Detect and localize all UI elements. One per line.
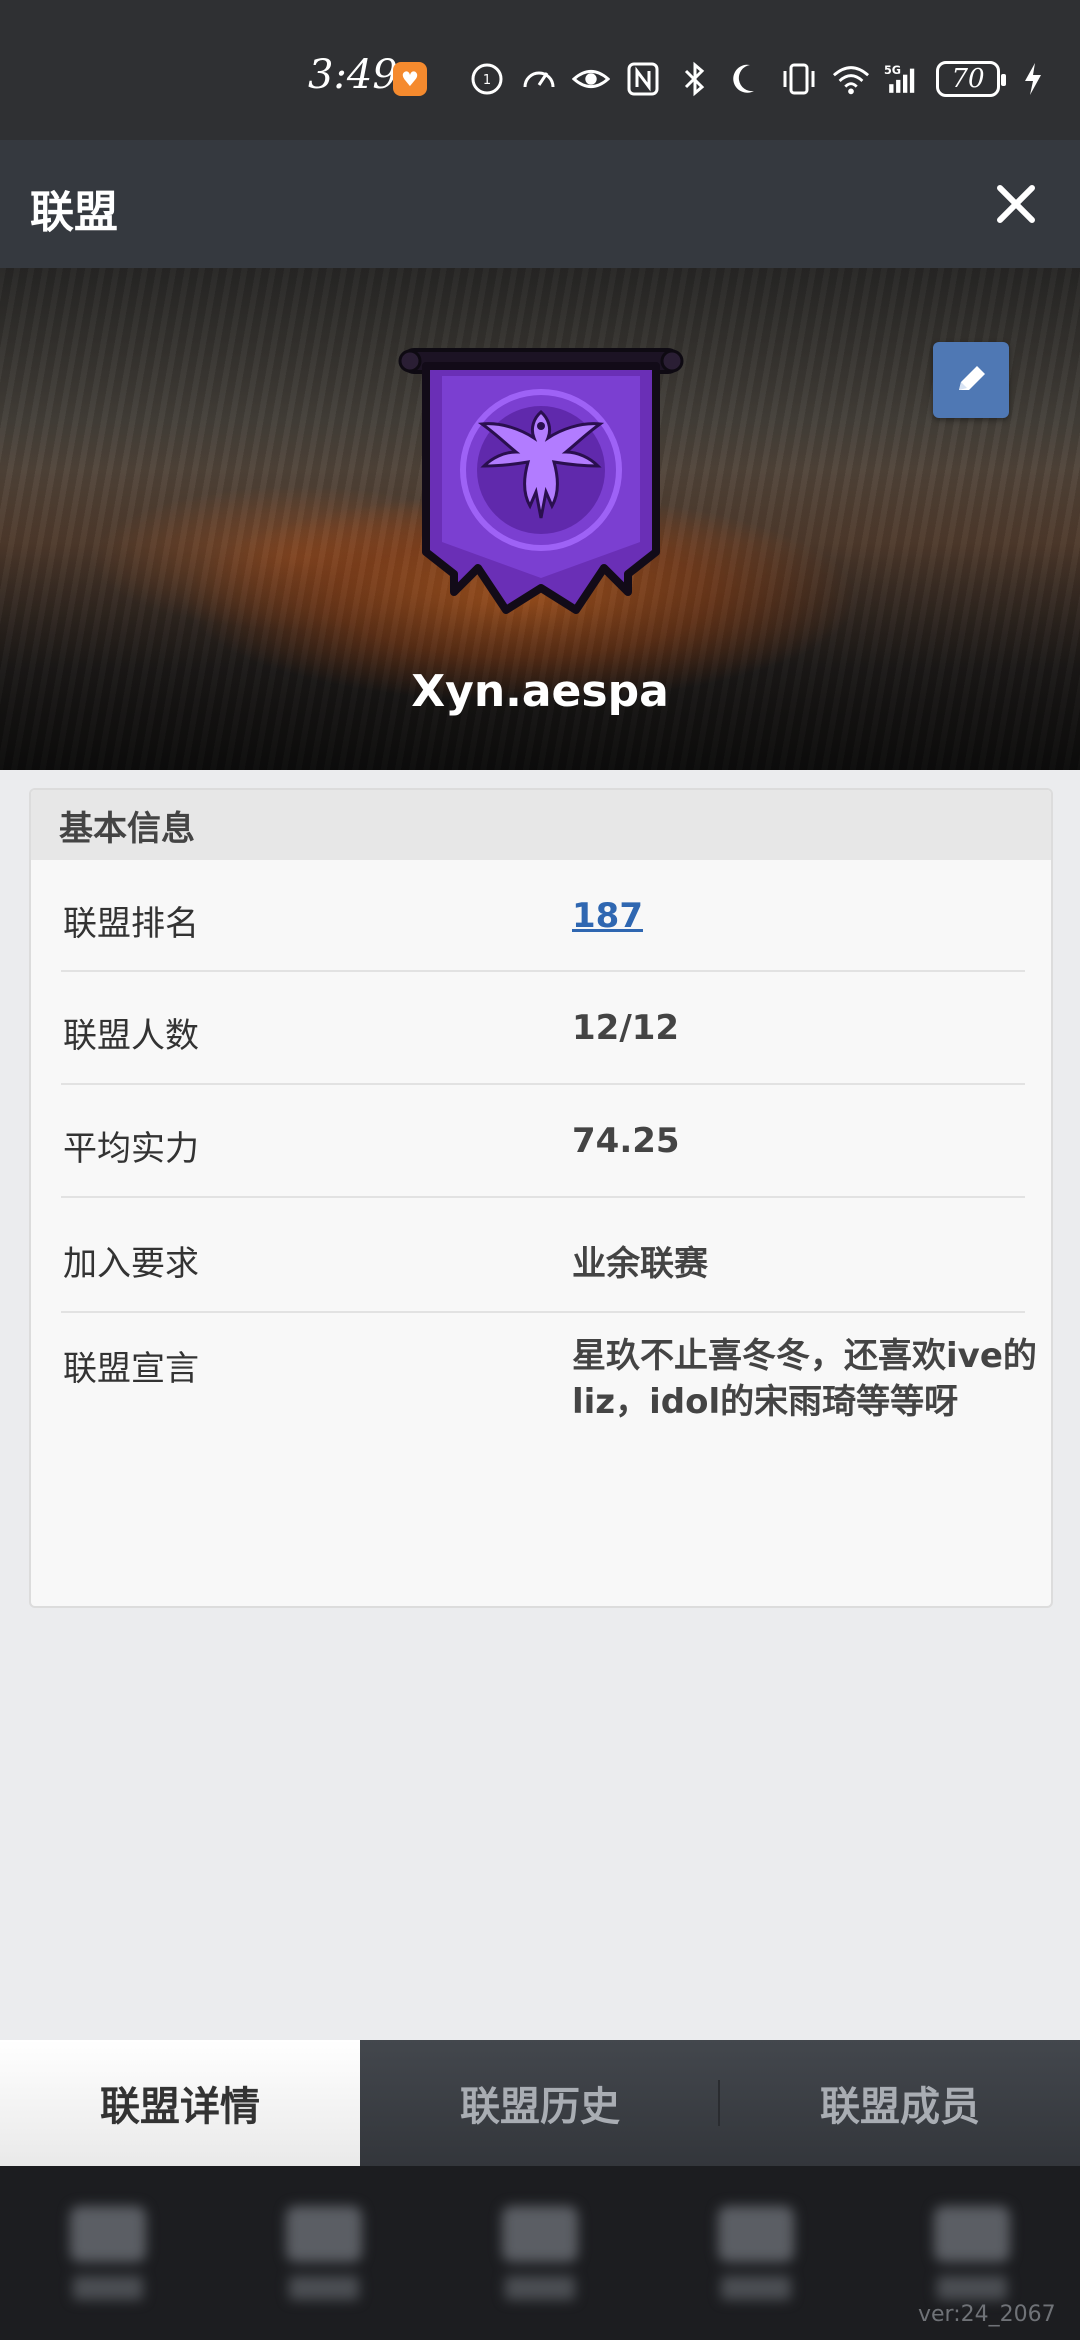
app-header: 联盟 (0, 140, 1080, 268)
page-title: 联盟 (30, 187, 118, 238)
battery-level: 70 (951, 64, 985, 94)
pencil-icon (959, 366, 985, 390)
info-label: 加入要求 (63, 1244, 199, 1284)
status-icons: 1 5G 70 (468, 54, 1052, 104)
version-label: ver:24_2067 (918, 2302, 1056, 2327)
nav-item[interactable] (48, 2166, 168, 2340)
rank-link[interactable]: 187 (572, 896, 643, 936)
info-label: 平均实力 (63, 1129, 199, 1169)
info-value: 74.25 (572, 1121, 680, 1161)
league-banner: Xyn.aespa (0, 268, 1080, 770)
close-button[interactable] (990, 178, 1042, 230)
info-value: 12/12 (572, 1008, 680, 1048)
data-saver-icon: 1 (468, 60, 506, 98)
nav-item[interactable] (480, 2166, 600, 2340)
charging-icon (1014, 60, 1052, 98)
network-label: 5G (884, 64, 901, 77)
phoenix-banner-emblem (398, 348, 684, 614)
bluetooth-icon (676, 60, 714, 98)
speedometer-icon (520, 60, 558, 98)
info-row-members: 联盟人数 12/12 (61, 972, 1025, 1085)
info-label: 联盟排名 (63, 904, 199, 944)
eye-icon (572, 60, 610, 98)
info-label: 联盟宣言 (63, 1349, 199, 1389)
close-icon (997, 185, 1035, 223)
tab-bar: 联盟详情 联盟历史 联盟成员 (0, 2040, 1080, 2166)
wifi-icon (832, 60, 870, 98)
svg-text:1: 1 (483, 73, 491, 88)
info-row-join-requirement: 加入要求 业余联赛 (61, 1198, 1025, 1313)
team-name: Xyn.aespa (411, 666, 669, 717)
status-bar: 3:49 ♥ 1 5G 70 (0, 0, 1080, 140)
tab-league-details[interactable]: 联盟详情 (0, 2040, 360, 2166)
nav-item[interactable] (264, 2166, 384, 2340)
info-row-declaration: 联盟宣言 星玖不止喜冬冬，还喜欢ive的liz，idol的宋雨琦等等呀 (61, 1313, 1037, 1513)
info-value: 业余联赛 (572, 1244, 708, 1284)
nfc-icon (624, 60, 662, 98)
basic-info-card: 基本信息 联盟排名 187 联盟人数 12/12 平均实力 74.25 加入要求… (29, 788, 1053, 1608)
vibrate-icon (780, 60, 818, 98)
info-row-rank: 联盟排名 187 (61, 860, 1025, 972)
tab-label: 联盟历史 (460, 2084, 620, 2130)
info-row-average-strength: 平均实力 74.25 (61, 1085, 1025, 1198)
section-title: 基本信息 (31, 790, 1051, 860)
status-time: 3:49 (308, 52, 398, 98)
info-label: 联盟人数 (63, 1016, 199, 1056)
signal-icon: 5G (884, 60, 922, 98)
nav-item[interactable] (696, 2166, 816, 2340)
tab-league-history[interactable]: 联盟历史 (360, 2040, 720, 2166)
moon-icon (728, 60, 766, 98)
battery-indicator: 70 (936, 61, 1006, 97)
app-badge-icon: ♥ (393, 62, 427, 96)
tab-label: 联盟详情 (100, 2084, 260, 2130)
tab-league-members[interactable]: 联盟成员 (720, 2040, 1080, 2166)
info-value: 星玖不止喜冬冬，还喜欢ive的liz，idol的宋雨琦等等呀 (572, 1336, 1037, 1422)
tab-label: 联盟成员 (820, 2084, 980, 2130)
edit-button[interactable] (933, 342, 1009, 418)
